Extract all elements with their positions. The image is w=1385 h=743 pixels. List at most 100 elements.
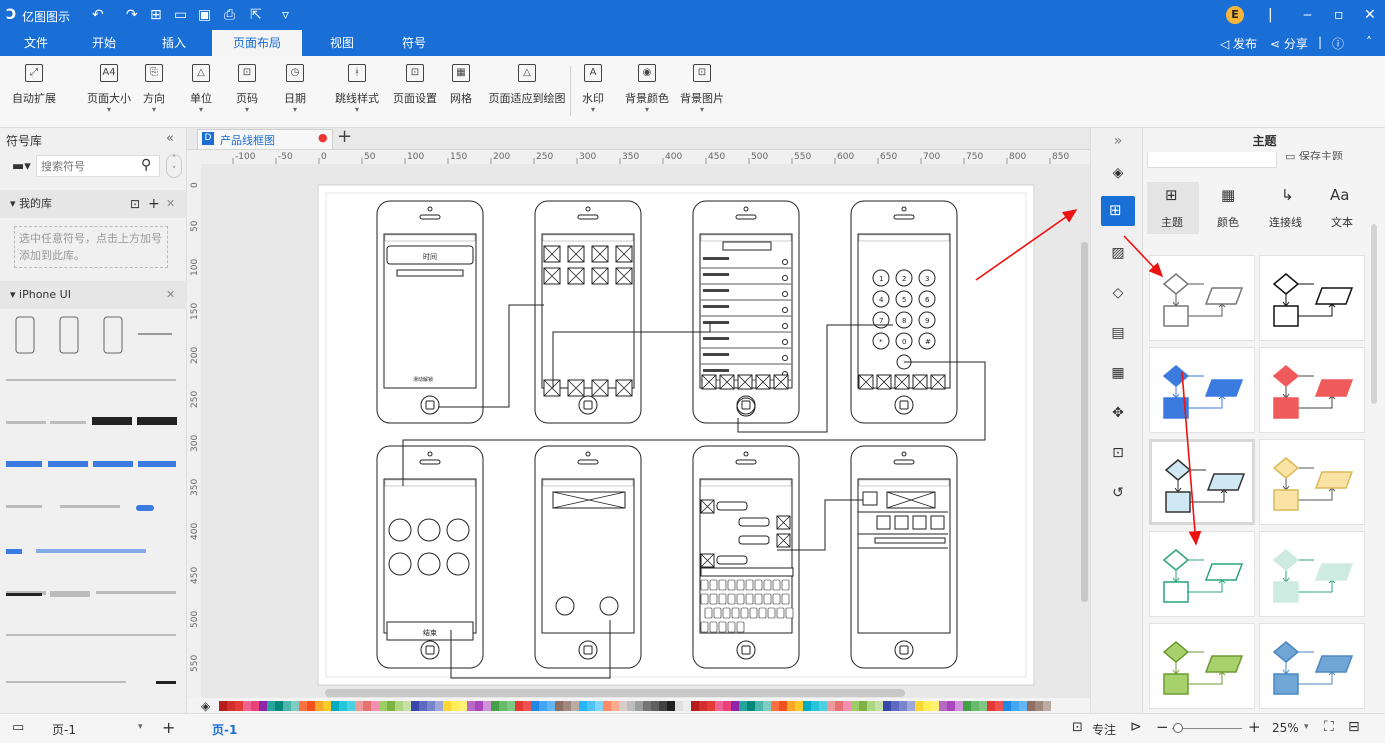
customize-icon[interactable]: ▿ — [282, 6, 289, 24]
add-icon[interactable]: + — [148, 190, 160, 218]
ribbon-button-1[interactable]: ⤢ 自动扩展 — [6, 64, 62, 106]
shuffle-icon[interactable]: ✥ — [1109, 404, 1127, 422]
save-icon[interactable]: ▣ — [198, 6, 211, 24]
theme-thumbnail[interactable] — [1149, 531, 1255, 617]
iphone-symbol-grid[interactable] — [0, 309, 187, 713]
minimize-icon[interactable]: ‒ — [1303, 6, 1312, 24]
ribbon-button-12[interactable]: ◉ 背景颜色 ▾ — [620, 64, 674, 114]
dropdown-arrow-icon[interactable]: ▾ — [184, 106, 218, 114]
theme-tab-theme[interactable]: ⊞ 主题 — [1147, 182, 1199, 234]
focus-icon[interactable]: ⊡ — [1072, 720, 1083, 735]
user-avatar[interactable]: E — [1226, 6, 1244, 24]
theme-thumbnail[interactable] — [1259, 623, 1365, 709]
page-select-dropdown-icon[interactable]: ▾ — [138, 722, 143, 732]
fill-icon[interactable]: ◈ — [1109, 164, 1127, 182]
ribbon-button-8[interactable]: ⊡ 页面设置 — [390, 64, 440, 106]
theme-tab-connector[interactable]: ↳ 连接线 — [1259, 182, 1321, 234]
ribbon-button-4[interactable]: △ 单位 ▾ — [184, 64, 218, 114]
tab-file[interactable]: 文件 — [14, 30, 58, 56]
fullscreen-icon[interactable]: ⛶ — [1324, 719, 1334, 735]
add-page-icon[interactable]: + — [162, 718, 175, 737]
zoom-level[interactable]: 25% — [1272, 721, 1299, 735]
ribbon-button-5[interactable]: ⊡ 页码 ▾ — [230, 64, 264, 114]
import-icon[interactable]: ⊡ — [130, 190, 140, 218]
redo-icon[interactable]: ↷ — [126, 6, 138, 24]
dropdown-arrow-icon[interactable]: ▾ — [230, 106, 264, 114]
dropdown-arrow-icon[interactable]: ▾ — [138, 106, 170, 114]
theme-thumbnail[interactable] — [1259, 347, 1365, 433]
add-document-icon[interactable]: + — [337, 126, 352, 147]
tab-home[interactable]: 开始 — [82, 30, 126, 56]
ribbon-button-11[interactable]: A 水印 ▾ — [576, 64, 610, 114]
ribbon-button-7[interactable]: ᚼ 跳线样式 ▾ — [330, 64, 384, 114]
document-tab[interactable]: D 产品线框图 ● — [197, 129, 333, 149]
page-icon[interactable]: ▤ — [1109, 324, 1127, 342]
collapse-panel-icon[interactable]: « — [166, 131, 174, 146]
tab-view[interactable]: 视图 — [320, 30, 364, 56]
theme-thumbnail[interactable] — [1149, 439, 1255, 525]
new-icon[interactable]: ⊞ — [150, 6, 162, 24]
page-view-icon[interactable]: ▭ — [12, 720, 24, 735]
zoom-dropdown-icon[interactable]: ▾ — [1304, 722, 1309, 732]
publish-button[interactable]: ◁ 发布 — [1220, 35, 1257, 52]
close-icon[interactable]: ✕ — [166, 281, 175, 309]
outline-icon[interactable]: ▦ — [1109, 364, 1127, 382]
share-button[interactable]: ⋖ 分享 — [1270, 35, 1308, 52]
theme-tab-color[interactable]: ▦ 颜色 — [1203, 182, 1255, 234]
dropdown-arrow-icon[interactable]: ▾ — [620, 106, 674, 114]
theme-thumbnail[interactable] — [1259, 531, 1365, 617]
image-icon[interactable]: ▨ — [1109, 244, 1127, 262]
theme-thumbnail[interactable] — [1149, 623, 1255, 709]
expand-panel-icon[interactable]: » — [1109, 132, 1127, 150]
dropdown-arrow-icon[interactable]: ▾ — [278, 106, 312, 114]
theme-thumbnail[interactable] — [1149, 255, 1255, 341]
ribbon-button-9[interactable]: ▦ 网格 — [448, 64, 474, 106]
print-icon[interactable]: ⎙ — [224, 6, 235, 24]
undo-icon[interactable]: ↶ — [92, 6, 104, 24]
dropdown-arrow-icon[interactable]: ▾ — [72, 106, 146, 114]
collapse-ribbon-icon[interactable]: ˄ — [1366, 35, 1372, 49]
tab-page-layout[interactable]: 页面布局 — [212, 30, 302, 56]
open-icon[interactable]: ▭ — [174, 6, 187, 24]
close-icon[interactable]: ✕ — [166, 190, 175, 218]
dropdown-arrow-icon[interactable]: ▾ — [330, 106, 384, 114]
theme-thumbnail[interactable] — [1149, 347, 1255, 433]
tab-insert[interactable]: 插入 — [152, 30, 196, 56]
tab-symbol[interactable]: 符号 — [392, 30, 436, 56]
canvas-area[interactable]: D 产品线框图 ● + -100 -50 0 50 100 150 200 250 300 350… — [187, 126, 1090, 713]
dropdown-arrow-icon[interactable]: ▾ — [576, 106, 610, 114]
theme-search-box[interactable] — [1147, 152, 1277, 168]
iphone-library-header[interactable]: ▾ iPhone UI ✕ — [0, 281, 187, 309]
help-icon[interactable]: ⓘ — [1332, 35, 1344, 52]
focus-label[interactable]: 专注 — [1092, 721, 1116, 738]
history-icon[interactable]: ↺ — [1109, 484, 1127, 502]
drawing-canvas[interactable]: -100 -50 0 50 100 150 200 250 300 350 400 450 500 550… — [187, 150, 1090, 713]
zoom-slider-handle[interactable] — [1173, 723, 1183, 733]
export-icon[interactable]: ⇱ — [250, 6, 262, 24]
page-select[interactable]: 页-1 — [52, 721, 76, 738]
theme-panel-tab[interactable]: ⊞ — [1101, 196, 1135, 226]
ribbon-button-10[interactable]: △ 页面适应到绘图 — [480, 64, 574, 106]
theme-scrollbar[interactable] — [1371, 224, 1377, 404]
save-theme-button[interactable]: ▭ 保存主题 — [1285, 148, 1343, 160]
library-menu-icon[interactable]: ▬▾ — [12, 159, 31, 174]
zoom-out-icon[interactable]: − — [1156, 718, 1169, 736]
search-input[interactable] — [37, 156, 133, 176]
ribbon-button-3[interactable]: ⎘ 方向 ▾ — [138, 64, 170, 114]
horizontal-scrollbar[interactable] — [325, 689, 905, 697]
ribbon-button-6[interactable]: ◷ 日期 ▾ — [278, 64, 312, 114]
search-box[interactable]: ⚲ — [36, 155, 160, 177]
ribbon-button-2[interactable]: A4 页面大小 ▾ — [72, 64, 146, 114]
restore-icon[interactable]: ▫ — [1334, 6, 1344, 24]
zoom-in-icon[interactable]: + — [1248, 718, 1261, 736]
close-icon[interactable]: ✕ — [1364, 6, 1376, 24]
dropdown-arrow-icon[interactable]: ▾ — [676, 106, 728, 114]
search-icon[interactable]: ⚲ — [141, 157, 151, 173]
page-tab[interactable]: 页-1 — [212, 721, 237, 738]
scroll-updown-icon[interactable]: ˄ ˅ — [166, 154, 182, 178]
presentation-icon[interactable]: ⊡ — [1109, 444, 1127, 462]
theme-thumbnail[interactable] — [1259, 439, 1365, 525]
fit-window-icon[interactable]: ⊟ — [1348, 719, 1360, 735]
ribbon-button-13[interactable]: ⊡ 背景图片 ▾ — [676, 64, 728, 114]
theme-tab-text[interactable]: Aa 文本 — [1319, 182, 1371, 234]
